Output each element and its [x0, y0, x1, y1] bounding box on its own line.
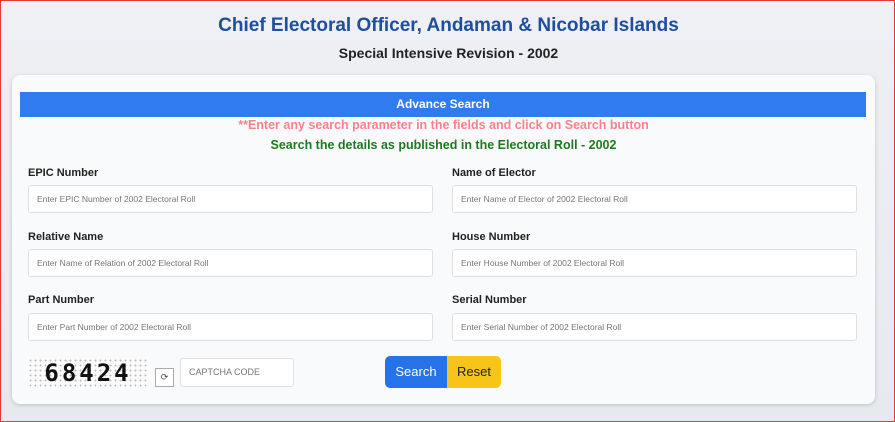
elector-name-label: Name of Elector	[452, 167, 536, 179]
relative-name-label: Relative Name	[28, 231, 104, 243]
search-button[interactable]: Search	[385, 356, 447, 388]
page-title: Chief Electoral Officer, Andaman & Nicob…	[218, 15, 679, 36]
advance-search-bar: Advance Search	[20, 92, 866, 117]
epic-number-label: EPIC Number	[28, 167, 99, 179]
part-number-input[interactable]	[28, 313, 433, 341]
page-frame: Chief Electoral Officer, Andaman & Nicob…	[0, 0, 895, 422]
captcha-image: 68424	[28, 358, 148, 388]
captcha-input[interactable]	[180, 358, 294, 387]
search-card: Advance Search **Enter any search parame…	[12, 75, 875, 404]
refresh-icon[interactable]: ⟳	[155, 368, 174, 387]
published-note: Search the details as published in the E…	[270, 138, 617, 152]
serial-number-input[interactable]	[452, 313, 857, 341]
instruction-text: **Enter any search parameter in the fiel…	[238, 118, 649, 132]
elector-name-input[interactable]	[452, 185, 857, 213]
house-number-input[interactable]	[452, 249, 857, 277]
house-number-label: House Number	[452, 231, 531, 243]
serial-number-label: Serial Number	[452, 294, 527, 306]
page-subtitle: Special Intensive Revision - 2002	[338, 45, 559, 61]
reset-button[interactable]: Reset	[447, 356, 501, 388]
part-number-label: Part Number	[28, 294, 95, 306]
epic-number-input[interactable]	[28, 185, 433, 213]
relative-name-input[interactable]	[28, 249, 433, 277]
